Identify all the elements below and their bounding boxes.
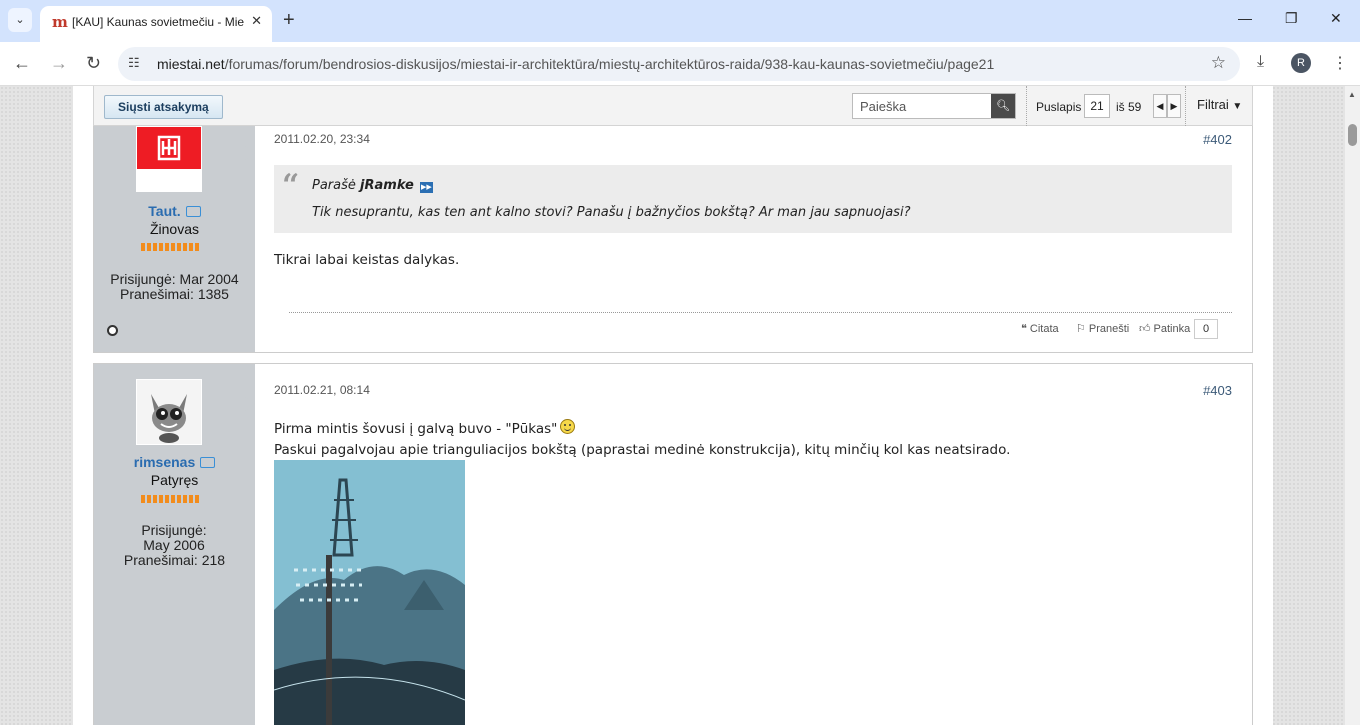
toolbar-separator [1026, 86, 1027, 126]
url-text[interactable]: miestai.net/forumas/forum/bendrosios-dis… [157, 56, 994, 72]
quote-icon: ❝ [1021, 323, 1027, 335]
reputation-bar [141, 243, 199, 251]
browser-tab[interactable]: m [KAU] Kaunas sovietmečiu - Miestai.net… [40, 6, 272, 42]
post-date: 2011.02.20, 23:34 [274, 132, 370, 146]
back-arrow-icon[interactable]: ← [13, 52, 31, 74]
caret-down-icon: ▼ [1232, 101, 1243, 112]
quote-mark-icon: “ [282, 168, 300, 203]
page-total: iš 59 [1116, 100, 1142, 114]
forum-page: Siųsti atsakymą 🔍︎ Puslapis 21 iš 59 ◀ ▶… [73, 86, 1273, 725]
avatar-emblem-icon [137, 127, 201, 169]
site-info-icon[interactable]: ☷ [128, 55, 140, 71]
private-message-icon[interactable] [185, 206, 201, 217]
post-count: Pranešimai: 218 [123, 552, 226, 568]
search-icon[interactable]: 🔍︎ [991, 94, 1015, 118]
post-number-link[interactable]: #402 [1203, 132, 1232, 147]
like-count: 0 [1194, 319, 1218, 339]
profile-avatar[interactable]: R [1291, 53, 1311, 73]
new-tab-plus-icon[interactable]: + [283, 8, 295, 32]
reputation-bar [141, 495, 199, 503]
tab-search-chevron-icon[interactable]: ⌄ [8, 8, 32, 32]
page-number-input[interactable]: 21 [1084, 94, 1110, 118]
post-body-line: Pirma mintis šovusi į galvą buvo - "Pūka… [274, 419, 576, 437]
post-number-link[interactable]: #403 [1203, 383, 1232, 398]
search-input[interactable] [853, 94, 991, 118]
tower-photo [274, 460, 465, 725]
reload-icon[interactable]: ↻ [86, 52, 101, 74]
page-viewport: Siųsti atsakymą 🔍︎ Puslapis 21 iš 59 ◀ ▶… [0, 86, 1345, 725]
post-date: 2011.02.21, 08:14 [274, 383, 370, 397]
private-message-icon[interactable] [200, 457, 216, 468]
next-page-icon[interactable]: ▶ [1167, 94, 1181, 118]
quote-header: Parašė jRamke ▶▶ [312, 178, 433, 193]
post-body: Tikrai labai keistas dalykas. [274, 252, 460, 268]
restore-icon[interactable]: ❐ [1285, 10, 1298, 27]
page-scrollbar[interactable]: ▲ [1345, 86, 1360, 725]
post-402: Taut. Žinovas Prisijungė: Mar 2004 Prane… [93, 126, 1253, 353]
quote-text: Tik nesuprantu, kas ten ant kalno stovi?… [312, 205, 911, 220]
thumbs-up-icon: 👍︎ [1139, 323, 1151, 335]
view-post-icon[interactable]: ▶▶ [419, 182, 433, 193]
join-date: Prisijungė: Mar 2004 [110, 271, 239, 287]
bookmark-star-icon[interactable]: ☆ [1211, 53, 1226, 73]
join-date: Prisijungė: May 2006 [141, 522, 207, 553]
quote-author: jRamke [360, 178, 414, 193]
post-author-sidebar: rimsenas Patyręs Prisijungė: May 2006 Pr… [94, 364, 255, 725]
reply-button[interactable]: Siųsti atsakymą [104, 95, 223, 119]
filter-dropdown[interactable]: Filtrai ▼ [1197, 97, 1242, 112]
address-bar[interactable]: ☷ miestai.net/forumas/forum/bendrosios-d… [118, 47, 1240, 81]
thread-search: 🔍︎ [852, 93, 1016, 119]
online-status-icon [107, 325, 118, 336]
quote-block: “ Parašė jRamke ▶▶ Tik nesuprantu, kas te… [274, 165, 1232, 233]
user-title: Patyręs [150, 472, 199, 488]
close-tab-icon[interactable]: ✕ [251, 13, 262, 29]
username-link[interactable]: rimsenas [94, 454, 255, 470]
toolbar-separator [1185, 86, 1186, 126]
post-divider [289, 312, 1232, 313]
post-body-line: Paskui pagalvojau apie trianguliacijos b… [274, 442, 1011, 458]
prev-page-icon[interactable]: ◀ [1153, 94, 1167, 118]
post-photo-image[interactable] [274, 460, 465, 725]
post-403: rimsenas Patyręs Prisijungė: May 2006 Pr… [93, 363, 1253, 725]
post-count: Pranešimai: 1385 [120, 286, 229, 302]
close-window-icon[interactable]: ✕ [1330, 10, 1342, 27]
filter-label: Filtrai [1197, 97, 1229, 112]
download-icon[interactable]: ⤓ [1257, 53, 1264, 71]
flag-icon: ⚐ [1076, 323, 1086, 335]
avatar[interactable] [136, 126, 202, 192]
tab-title: [KAU] Kaunas sovietmečiu - Miestai.net [72, 15, 244, 29]
thread-toolbar: Siųsti atsakymą 🔍︎ Puslapis 21 iš 59 ◀ ▶… [93, 86, 1253, 126]
forward-arrow-icon[interactable]: → [50, 52, 68, 74]
page-label: Puslapis [1036, 100, 1082, 114]
sidebar-pointer [245, 397, 255, 411]
username-link[interactable]: Taut. [94, 203, 255, 219]
avatar-cat-icon [137, 380, 201, 444]
scroll-thumb[interactable] [1348, 124, 1357, 146]
minimize-icon[interactable]: — [1238, 10, 1252, 26]
user-title: Žinovas [149, 221, 200, 237]
smiley-icon [560, 419, 576, 434]
scroll-up-icon[interactable]: ▲ [1348, 90, 1356, 99]
quote-action[interactable]: ❝ Citata [1021, 322, 1059, 335]
menu-kebab-icon[interactable]: ⋮ [1332, 53, 1348, 73]
site-favicon-icon: m [52, 13, 68, 31]
browser-toolbar: ← → ↻ ☷ miestai.net/forumas/forum/bendro… [0, 42, 1360, 86]
sidebar-pointer [245, 146, 255, 160]
like-action[interactable]: 👍︎ Patinka [1139, 322, 1190, 335]
browser-tab-bar: ⌄ m [KAU] Kaunas sovietmečiu - Miestai.n… [0, 0, 1360, 42]
report-action[interactable]: ⚐ Pranešti [1076, 322, 1129, 335]
avatar[interactable] [136, 379, 202, 445]
post-author-sidebar: Taut. Žinovas Prisijungė: Mar 2004 Prane… [94, 126, 255, 352]
